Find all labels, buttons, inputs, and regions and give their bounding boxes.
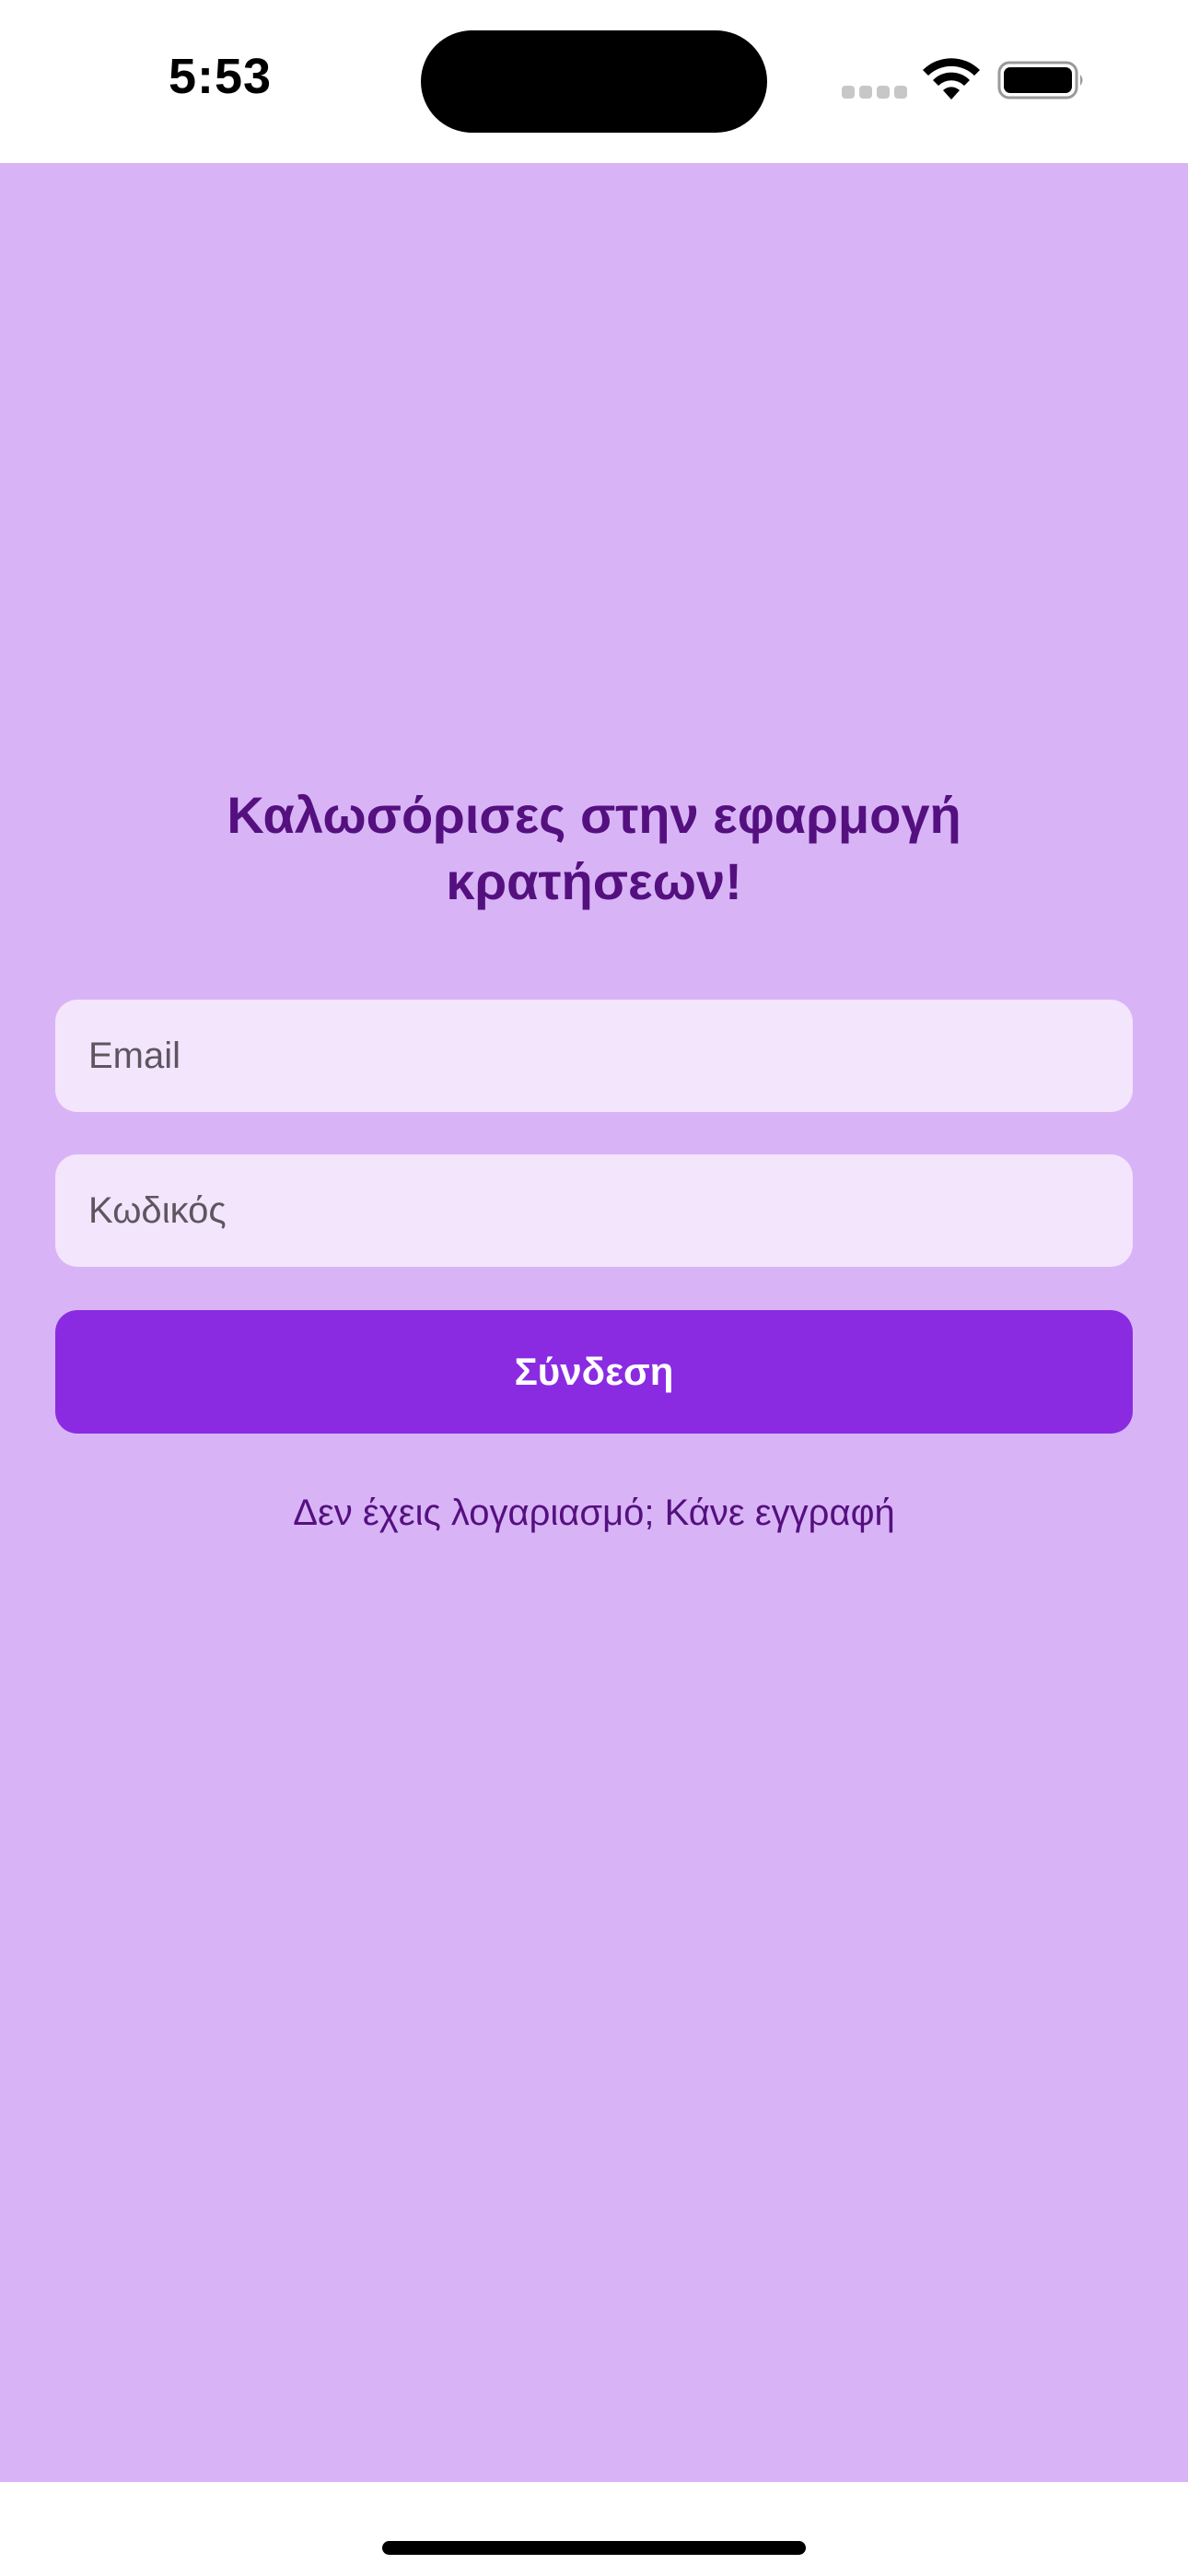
cellular-signal-icon — [842, 86, 907, 99]
status-time: 5:53 — [169, 49, 273, 104]
status-bar: 5:53 — [0, 0, 1188, 163]
password-input[interactable] — [55, 1154, 1133, 1267]
battery-icon — [997, 61, 1083, 100]
home-indicator[interactable] — [382, 2541, 806, 2555]
page-title: Καλωσόρισες στην εφαρμογή κρατήσεων! — [227, 786, 961, 910]
login-button[interactable]: Σύνδεση — [55, 1310, 1133, 1434]
dynamic-island — [421, 30, 767, 133]
wifi-icon — [923, 58, 980, 100]
email-input[interactable] — [55, 1000, 1133, 1112]
bottom-bar — [0, 2482, 1188, 2576]
register-link[interactable]: Δεν έχεις λογαριασμό; Κάνε εγγραφή — [0, 1489, 1188, 1537]
